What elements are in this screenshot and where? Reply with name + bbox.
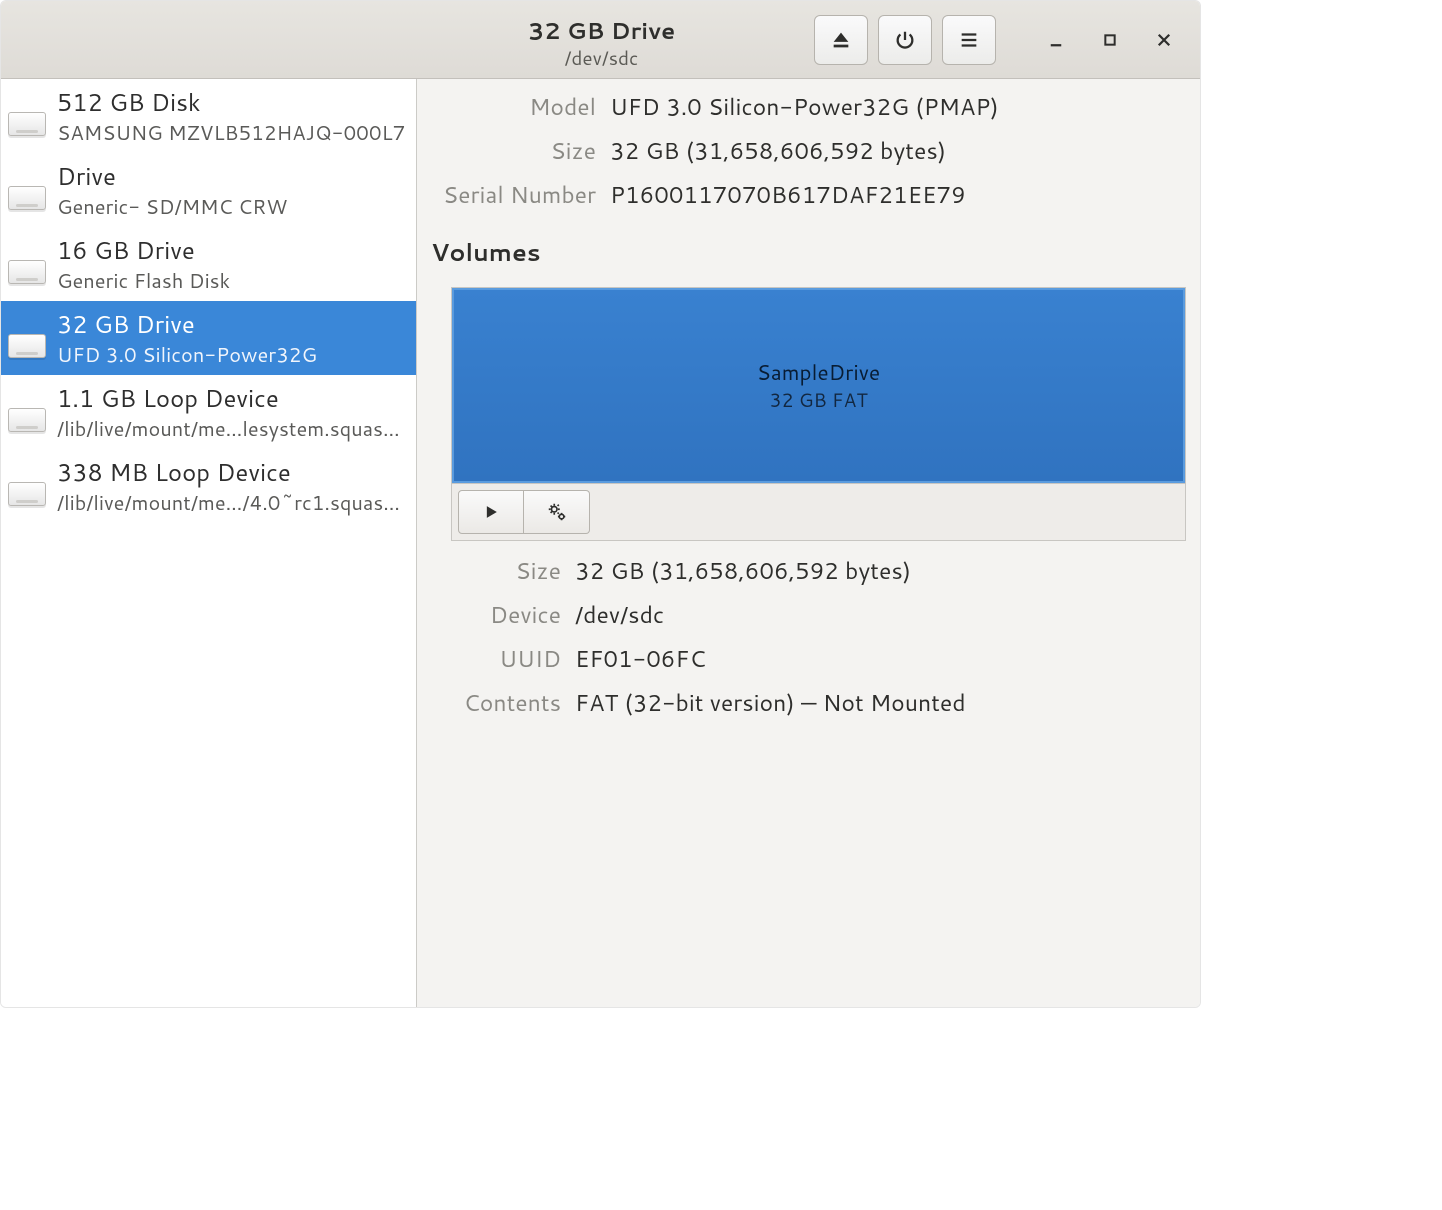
- content-area: 512 GB DiskSAMSUNG MZVLB512HAJQ-000L7 Dri…: [1, 79, 1200, 1007]
- drive-list-item[interactable]: 16 GB DriveGeneric Flash Disk: [1, 227, 416, 301]
- vol-device-value: /dev/sdc: [575, 599, 1186, 631]
- drive-text: 1.1 GB Loop Device/lib/live/mount/me…les…: [57, 381, 406, 443]
- drive-icon: [7, 392, 47, 432]
- vol-size-value: 32 GB (31,658,606,592 bytes): [575, 555, 1186, 587]
- drive-info-grid: Model UFD 3.0 Silicon-Power32G (PMAP) Si…: [431, 91, 1186, 211]
- drive-text: 512 GB DiskSAMSUNG MZVLB512HAJQ-000L7: [57, 85, 405, 147]
- volume-settings-button[interactable]: [524, 490, 590, 534]
- drive-subtitle: Generic- SD/MMC CRW: [57, 193, 287, 221]
- drive-subtitle: Generic Flash Disk: [57, 267, 230, 295]
- volumes-heading: Volumes: [431, 235, 1186, 269]
- power-button[interactable]: [878, 15, 932, 65]
- minimize-button[interactable]: [1034, 15, 1078, 65]
- drive-list-item[interactable]: DriveGeneric- SD/MMC CRW: [1, 153, 416, 227]
- drive-icon: [7, 318, 47, 358]
- drive-title: 32 GB Drive: [57, 307, 317, 341]
- drive-subtitle: /lib/live/mount/me…/4.0~rc1.squashfs: [57, 489, 406, 517]
- header-title-block: 32 GB Drive /dev/sdc: [1, 15, 1201, 72]
- drive-list-sidebar: 512 GB DiskSAMSUNG MZVLB512HAJQ-000L7 Dri…: [1, 79, 417, 1007]
- vol-device-label: Device: [431, 599, 561, 631]
- gears-icon: [546, 501, 568, 523]
- play-icon: [481, 502, 501, 522]
- vol-uuid-label: UUID: [431, 643, 561, 675]
- drive-icon: [7, 170, 47, 210]
- volume-frame: SampleDrive 32 GB FAT: [451, 287, 1186, 541]
- headerbar: 32 GB Drive /dev/sdc: [1, 1, 1200, 79]
- eject-button[interactable]: [814, 15, 868, 65]
- drive-subtitle: UFD 3.0 Silicon-Power32G: [57, 341, 317, 369]
- drive-list-item[interactable]: 32 GB DriveUFD 3.0 Silicon-Power32G: [1, 301, 416, 375]
- vol-contents-label: Contents: [431, 687, 561, 719]
- maximize-button[interactable]: [1088, 15, 1132, 65]
- drive-subtitle: /lib/live/mount/me…lesystem.squashfs: [57, 415, 406, 443]
- drive-title: 16 GB Drive: [57, 233, 230, 267]
- power-icon: [894, 29, 916, 51]
- drive-list-item[interactable]: 512 GB DiskSAMSUNG MZVLB512HAJQ-000L7: [1, 79, 416, 153]
- window-title: 32 GB Drive: [528, 15, 676, 47]
- main-panel: Model UFD 3.0 Silicon-Power32G (PMAP) Si…: [417, 79, 1200, 1007]
- volume-name: SampleDrive: [757, 357, 880, 387]
- disks-window: 32 GB Drive /dev/sdc: [0, 0, 1201, 1008]
- maximize-icon: [1102, 32, 1118, 48]
- drive-icon: [7, 96, 47, 136]
- hamburger-icon: [958, 29, 980, 51]
- vol-uuid-value: EF01-06FC: [575, 643, 1186, 675]
- size-label: Size: [431, 135, 596, 167]
- volume-partition[interactable]: SampleDrive 32 GB FAT: [452, 288, 1185, 483]
- model-label: Model: [431, 91, 596, 123]
- serial-value: P1600117070B617DAF21EE79: [610, 179, 1186, 211]
- minimize-icon: [1047, 31, 1065, 49]
- volume-sub: 32 GB FAT: [769, 387, 867, 414]
- drive-subtitle: SAMSUNG MZVLB512HAJQ-000L7: [57, 119, 405, 147]
- drive-title: 512 GB Disk: [57, 85, 405, 119]
- serial-label: Serial Number: [431, 179, 596, 211]
- mount-button[interactable]: [458, 490, 524, 534]
- drive-title: 1.1 GB Loop Device: [57, 381, 406, 415]
- model-value: UFD 3.0 Silicon-Power32G (PMAP): [610, 91, 1186, 123]
- close-button[interactable]: [1142, 15, 1186, 65]
- vol-contents-value: FAT (32-bit version) — Not Mounted: [575, 687, 1186, 719]
- window-subtitle: /dev/sdc: [565, 45, 639, 72]
- drive-text: 16 GB DriveGeneric Flash Disk: [57, 233, 230, 295]
- drive-icon: [7, 244, 47, 284]
- close-icon: [1155, 31, 1173, 49]
- menu-button[interactable]: [942, 15, 996, 65]
- volume-toolbar: [452, 483, 1185, 540]
- size-value: 32 GB (31,658,606,592 bytes): [610, 135, 1186, 167]
- volume-detail-grid: Size 32 GB (31,658,606,592 bytes) Device…: [431, 555, 1186, 719]
- vol-size-label: Size: [431, 555, 561, 587]
- drive-list-item[interactable]: 338 MB Loop Device/lib/live/mount/me…/4.…: [1, 449, 416, 523]
- eject-icon: [830, 29, 852, 51]
- drive-text: 338 MB Loop Device/lib/live/mount/me…/4.…: [57, 455, 406, 517]
- drive-title: 338 MB Loop Device: [57, 455, 406, 489]
- drive-list-item[interactable]: 1.1 GB Loop Device/lib/live/mount/me…les…: [1, 375, 416, 449]
- drive-title: Drive: [57, 159, 287, 193]
- drive-text: 32 GB DriveUFD 3.0 Silicon-Power32G: [57, 307, 317, 369]
- drive-text: DriveGeneric- SD/MMC CRW: [57, 159, 287, 221]
- drive-icon: [7, 466, 47, 506]
